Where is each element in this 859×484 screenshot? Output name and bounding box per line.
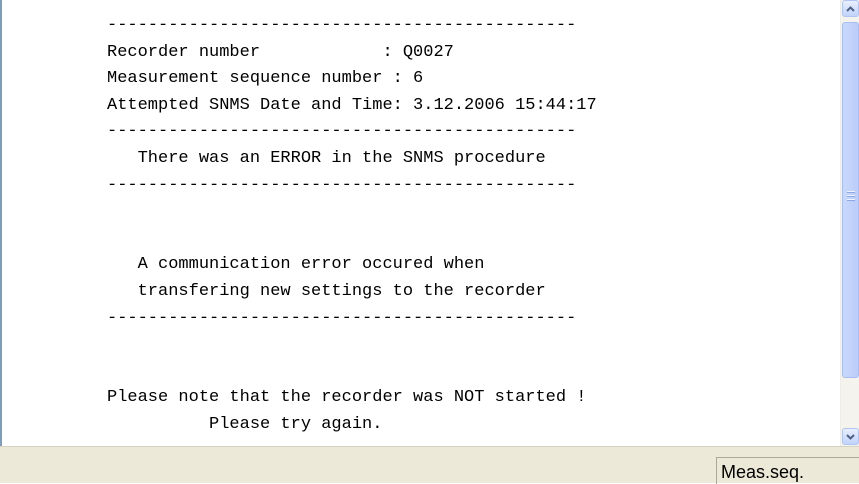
status-bar: Meas.seq. — [0, 446, 859, 484]
scroll-up-button[interactable] — [842, 0, 859, 17]
chevron-up-icon — [846, 5, 855, 12]
scroll-down-button[interactable] — [842, 428, 859, 445]
status-panel-meas-seq: Meas.seq. — [716, 457, 859, 484]
thumb-grip — [847, 191, 855, 193]
scroll-thumb[interactable] — [842, 22, 859, 378]
thumb-grip — [847, 199, 855, 201]
report-text: ----------------------------------------… — [107, 16, 597, 434]
report-text-area[interactable]: ----------------------------------------… — [0, 0, 840, 446]
thumb-grip — [847, 195, 855, 197]
vertical-scrollbar[interactable] — [840, 0, 859, 446]
chevron-down-icon — [846, 433, 855, 440]
